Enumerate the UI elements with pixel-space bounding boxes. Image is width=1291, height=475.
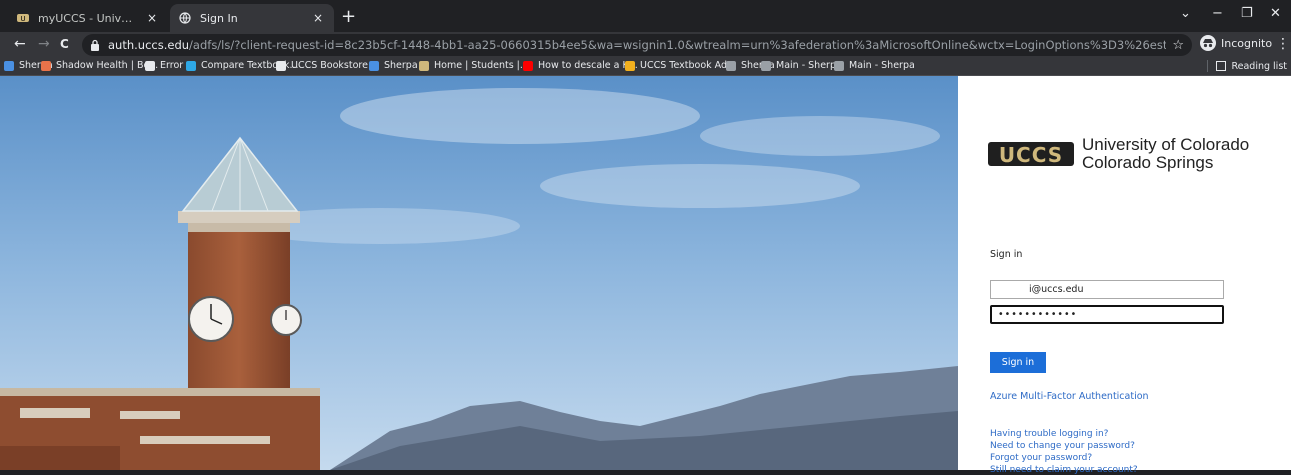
new-tab-button[interactable]: +	[341, 8, 356, 26]
bookmark-label: UCCS Bookstore	[291, 60, 368, 71]
reading-list-label: Reading list	[1231, 60, 1287, 72]
login-page: UCCS University of Colorado Colorado Spr…	[0, 76, 1291, 475]
bookmark-item[interactable]: UCCS Textbook Ad...	[625, 60, 736, 71]
bookmark-favicon-icon	[625, 60, 635, 71]
tab-title: myUCCS - University of Colorado	[38, 11, 138, 25]
campus-photo	[0, 76, 958, 470]
bookmark-item[interactable]: Error	[145, 60, 183, 71]
reading-list-icon	[1216, 61, 1227, 71]
bookmark-label: Main - Sherpa	[849, 60, 915, 71]
tab-close-icon[interactable]: ×	[310, 11, 326, 25]
incognito-icon	[1200, 35, 1216, 51]
org-name-line1: University of Colorado	[1082, 135, 1250, 154]
bookmark-item[interactable]: Sherpa	[369, 60, 418, 71]
browser-toolbar: ← → C auth.uccs.edu/adfs/ls/?client-requ…	[0, 32, 1291, 58]
reading-list-button[interactable]: Reading list	[1207, 60, 1287, 72]
bookmark-favicon-icon	[4, 60, 14, 71]
bookmark-item[interactable]: Home | Students |...	[419, 60, 529, 71]
tab-close-icon[interactable]: ×	[144, 11, 160, 25]
forward-button[interactable]: →	[38, 36, 50, 52]
bookmark-label: Error	[160, 60, 184, 71]
bookmark-label: Sherpa	[384, 60, 418, 71]
bookmarks-bar: Sherpa Shadow Health | Bo... Error Compare …	[0, 58, 1291, 76]
incognito-label: Incognito	[1221, 36, 1273, 50]
username-input[interactable]: i@uccs.edu	[990, 280, 1224, 299]
svg-text:U: U	[20, 15, 25, 23]
globe-icon	[178, 11, 192, 25]
bookmarks-separator	[1207, 60, 1209, 72]
bookmark-favicon-icon	[726, 60, 736, 71]
browser-menu-icon[interactable]: ⋮	[1276, 36, 1290, 52]
sign-in-panel: UCCS University of Colorado Colorado Spr…	[958, 76, 1291, 475]
tab-sign-in[interactable]: Sign In ×	[170, 4, 334, 32]
reload-button[interactable]: C	[60, 36, 69, 52]
bookmark-item[interactable]: UCCS Bookstore	[276, 60, 368, 71]
tab-myuccs[interactable]: U myUCCS - University of Colorado ×	[8, 4, 168, 32]
minimize-button[interactable]: −	[1212, 6, 1223, 21]
bookmark-label: Main - Sherpa	[776, 60, 842, 71]
tab-title: Sign In	[200, 11, 238, 25]
bookmark-favicon-icon	[523, 60, 533, 71]
bookmark-favicon-icon	[761, 60, 771, 71]
bookmark-favicon-icon	[41, 60, 51, 71]
bookmark-label: UCCS Textbook Ad...	[640, 60, 737, 71]
bookmark-label: Shadow Health | Bo...	[56, 60, 159, 71]
uccs-logo: UCCS University of Colorado Colorado Spr…	[988, 136, 1249, 172]
organization-name: University of Colorado Colorado Springs	[1082, 136, 1249, 172]
claim-account-link[interactable]: Still need to claim your account?	[990, 465, 1138, 475]
bookmark-favicon-icon	[834, 60, 844, 71]
bookmark-item[interactable]: Main - Sherpa	[834, 60, 915, 71]
sign-in-heading: Sign in	[990, 249, 1023, 260]
password-input[interactable]: ••••••••••••	[990, 305, 1224, 324]
close-window-button[interactable]: ✕	[1270, 6, 1281, 21]
bookmark-item[interactable]: How to descale a K...	[523, 60, 638, 71]
bookmark-favicon-icon	[145, 60, 155, 71]
mfa-link[interactable]: Azure Multi-Factor Authentication	[990, 391, 1149, 402]
campus-background-image	[0, 76, 958, 470]
back-button[interactable]: ←	[14, 36, 26, 52]
address-bar[interactable]: auth.uccs.edu/adfs/ls/?client-request-id…	[82, 34, 1192, 56]
bookmark-label: How to descale a K...	[538, 60, 638, 71]
bookmark-favicon-icon	[186, 60, 196, 71]
url-text: auth.uccs.edu/adfs/ls/?client-request-id…	[108, 38, 1166, 52]
uccs-logo-mark: UCCS	[988, 142, 1074, 167]
lock-icon[interactable]	[90, 39, 100, 51]
restore-button[interactable]: ❐	[1241, 6, 1253, 21]
bookmark-favicon-icon	[276, 60, 286, 71]
tab-search-dropdown-icon[interactable]: ⌄	[1180, 6, 1191, 21]
trouble-logging-in-link[interactable]: Having trouble logging in?	[990, 429, 1108, 439]
bookmark-star-icon[interactable]: ☆	[1172, 38, 1184, 53]
bookmark-item[interactable]: Shadow Health | Bo...	[41, 60, 158, 71]
forgot-password-link[interactable]: Forgot your password?	[990, 453, 1092, 463]
url-host: auth.uccs.edu	[108, 38, 190, 52]
bookmark-favicon-icon	[419, 60, 429, 71]
uccs-favicon-icon: U	[16, 11, 30, 25]
org-name-line2: Colorado Springs	[1082, 153, 1214, 172]
bookmark-favicon-icon	[369, 60, 379, 71]
incognito-indicator[interactable]: Incognito	[1200, 35, 1272, 51]
svg-text:UCCS: UCCS	[999, 143, 1063, 167]
tab-strip: U myUCCS - University of Colorado × Sign…	[0, 0, 1291, 32]
url-path: /adfs/ls/?client-request-id=8c23b5cf-144…	[189, 38, 1167, 52]
change-password-link[interactable]: Need to change your password?	[990, 441, 1135, 451]
bookmark-label: Home | Students |...	[434, 60, 529, 71]
sign-in-button[interactable]: Sign in	[990, 352, 1046, 373]
bookmark-item[interactable]: Main - Sherpa	[761, 60, 842, 71]
